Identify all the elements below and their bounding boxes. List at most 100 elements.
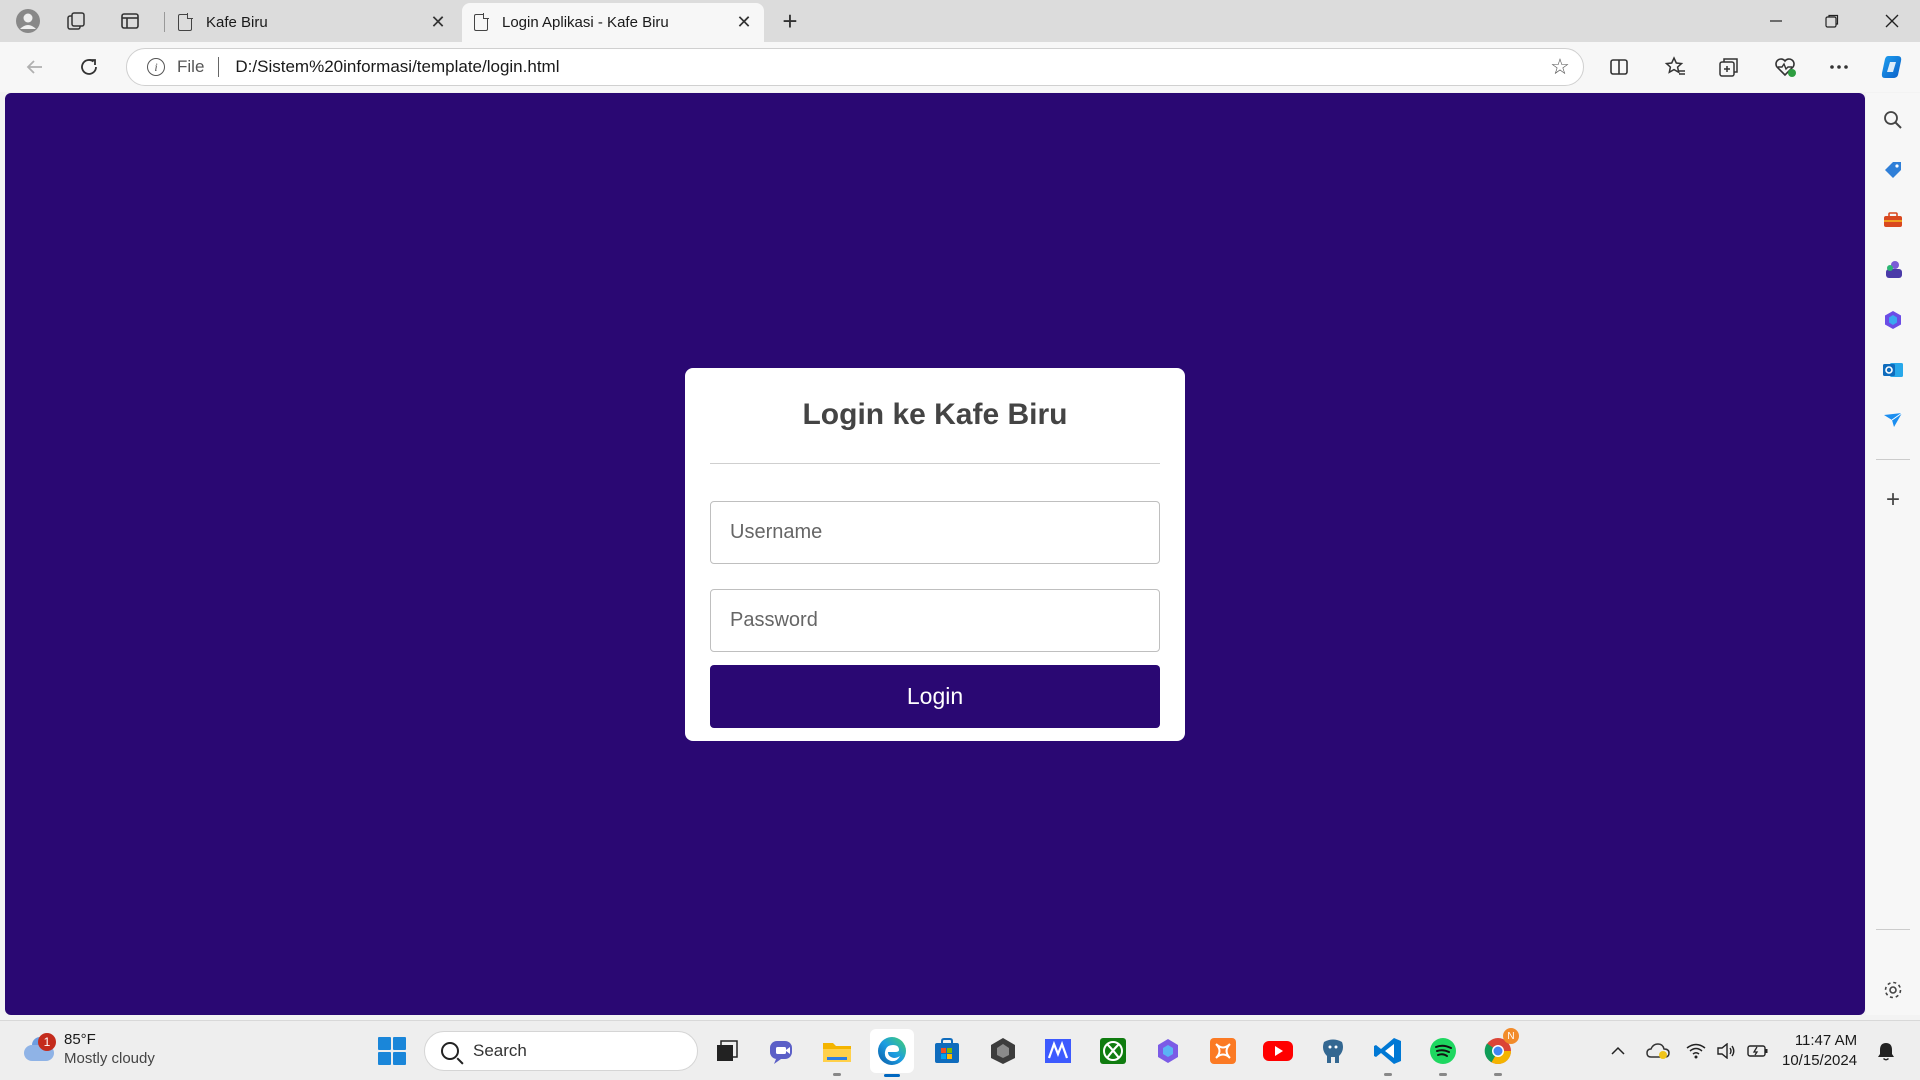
close-tab-icon[interactable]: ✕ — [730, 9, 758, 37]
running-indicator — [833, 1073, 841, 1076]
active-indicator — [884, 1074, 900, 1077]
battery-icon[interactable] — [1746, 1039, 1770, 1063]
xbox-icon[interactable] — [1096, 1034, 1130, 1068]
refresh-button[interactable] — [72, 50, 106, 84]
running-indicator — [1439, 1073, 1447, 1076]
close-window-button[interactable] — [1864, 0, 1920, 42]
edge-icon[interactable] — [870, 1029, 914, 1077]
favorites-icon — [1664, 56, 1685, 75]
login-button[interactable]: Login — [710, 665, 1160, 728]
clock-time: 11:47 AM — [1794, 1032, 1858, 1049]
favorites-button[interactable] — [1658, 50, 1692, 84]
restore-button[interactable] — [1804, 0, 1860, 42]
app-m-icon[interactable] — [1041, 1034, 1075, 1068]
outlook-icon[interactable] — [1880, 357, 1906, 383]
toolbox-icon[interactable] — [1880, 207, 1906, 233]
workspaces-button[interactable] — [60, 6, 92, 36]
collections-icon — [1719, 58, 1738, 77]
back-button[interactable] — [18, 50, 52, 84]
taskbar-search[interactable]: Search — [424, 1031, 698, 1071]
tab-title: Login Aplikasi - Kafe Biru — [502, 14, 669, 31]
login-title: Login ke Kafe Biru — [802, 398, 1068, 431]
refresh-icon — [81, 59, 97, 75]
tab-login-aplikasi[interactable]: Login Aplikasi - Kafe Biru ✕ — [462, 3, 764, 42]
running-indicator — [1384, 1073, 1392, 1076]
copilot-button[interactable] — [1876, 50, 1910, 84]
profile-icon — [16, 9, 40, 33]
minimize-button[interactable] — [1748, 0, 1804, 42]
profile-button[interactable] — [12, 6, 44, 36]
minimize-icon — [1770, 20, 1782, 22]
edge-sidebar: + — [1866, 93, 1920, 1015]
postgresql-icon[interactable] — [1316, 1034, 1350, 1068]
tab-kafe-biru[interactable]: Kafe Biru ✕ — [166, 3, 458, 42]
start-button[interactable] — [378, 1037, 406, 1065]
browser-essentials-button[interactable] — [1768, 50, 1802, 84]
chrome-profile-badge: N — [1503, 1028, 1519, 1044]
cloudy-weather-icon: 1 — [22, 1033, 56, 1061]
collections-button[interactable] — [1712, 50, 1746, 84]
teams-icon[interactable] — [765, 1034, 799, 1068]
youtube-icon[interactable] — [1261, 1034, 1295, 1068]
restore-icon — [1825, 14, 1839, 28]
split-screen-button[interactable] — [1602, 50, 1636, 84]
username-input[interactable] — [710, 501, 1160, 564]
windows-logo-icon — [378, 1037, 391, 1050]
info-icon[interactable]: i — [147, 58, 165, 76]
tab-strip: Kafe Biru ✕ Login Aplikasi - Kafe Biru ✕… — [0, 0, 1920, 42]
vscode-icon[interactable] — [1371, 1034, 1405, 1076]
clock-date: 10/15/2024 — [1782, 1052, 1858, 1069]
password-input[interactable] — [710, 589, 1160, 652]
tab-title: Kafe Biru — [206, 14, 268, 31]
temperature: 85°F — [64, 1031, 96, 1048]
tab-actions-icon — [121, 13, 139, 29]
address-separator — [218, 57, 220, 77]
workspaces-icon — [67, 12, 85, 30]
xampp-icon[interactable] — [1206, 1034, 1240, 1068]
tab-divider — [164, 12, 165, 32]
volume-icon[interactable] — [1714, 1039, 1738, 1063]
notification-badge: 1 — [38, 1033, 56, 1051]
heart-pulse-icon — [1775, 58, 1796, 77]
page-icon — [474, 13, 489, 31]
sidebar-divider — [1876, 929, 1910, 930]
wifi-icon[interactable] — [1684, 1039, 1708, 1063]
copilot-app-icon[interactable] — [1151, 1034, 1185, 1068]
vertical-tabs-button[interactable] — [114, 6, 146, 36]
settings-icon[interactable] — [1880, 977, 1906, 1003]
split-screen-icon — [1610, 59, 1628, 75]
copilot-icon[interactable] — [1880, 307, 1906, 333]
add-icon[interactable]: + — [1880, 486, 1906, 513]
onedrive-icon[interactable] — [1646, 1039, 1670, 1063]
weather-widget[interactable]: 1 85°F Mostly cloudy — [22, 1030, 155, 1068]
microsoft-store-icon[interactable] — [930, 1034, 964, 1068]
task-view-icon[interactable] — [710, 1034, 744, 1068]
tag-icon[interactable] — [1880, 157, 1906, 183]
login-card: Login ke Kafe Biru Login — [685, 368, 1185, 741]
search-icon[interactable] — [1880, 107, 1906, 133]
title-divider — [710, 463, 1160, 464]
chrome-icon[interactable]: N — [1481, 1028, 1519, 1076]
file-explorer-icon[interactable] — [820, 1034, 854, 1076]
games-icon[interactable] — [1880, 257, 1906, 283]
new-tab-button[interactable]: + — [774, 6, 806, 36]
more-icon — [1830, 65, 1848, 69]
spotify-icon[interactable] — [1426, 1034, 1460, 1076]
send-icon[interactable] — [1880, 407, 1906, 433]
url-text[interactable]: D:/Sistem%20informasi/template/login.htm… — [235, 57, 1543, 77]
notification-bell-icon[interactable] — [1874, 1039, 1898, 1063]
unity-icon[interactable] — [986, 1034, 1020, 1068]
page-icon — [178, 13, 193, 31]
close-tab-icon[interactable]: ✕ — [424, 9, 452, 37]
settings-more-button[interactable] — [1822, 50, 1856, 84]
address-bar[interactable]: i File D:/Sistem%20informasi/template/lo… — [126, 48, 1584, 86]
back-arrow-icon — [26, 60, 42, 74]
page-viewport: Login ke Kafe Biru Login — [5, 93, 1865, 1015]
show-hidden-icons-chevron-icon[interactable] — [1606, 1039, 1630, 1063]
browser-toolbar: i File D:/Sistem%20informasi/template/lo… — [0, 42, 1920, 92]
favorite-star-icon[interactable]: ☆ — [1543, 50, 1577, 84]
scheme-label: File — [177, 57, 205, 76]
system-clock[interactable]: 11:47 AM 10/15/2024 — [1782, 1031, 1857, 1071]
search-label: Search — [473, 1041, 527, 1060]
running-indicator — [1494, 1073, 1502, 1076]
